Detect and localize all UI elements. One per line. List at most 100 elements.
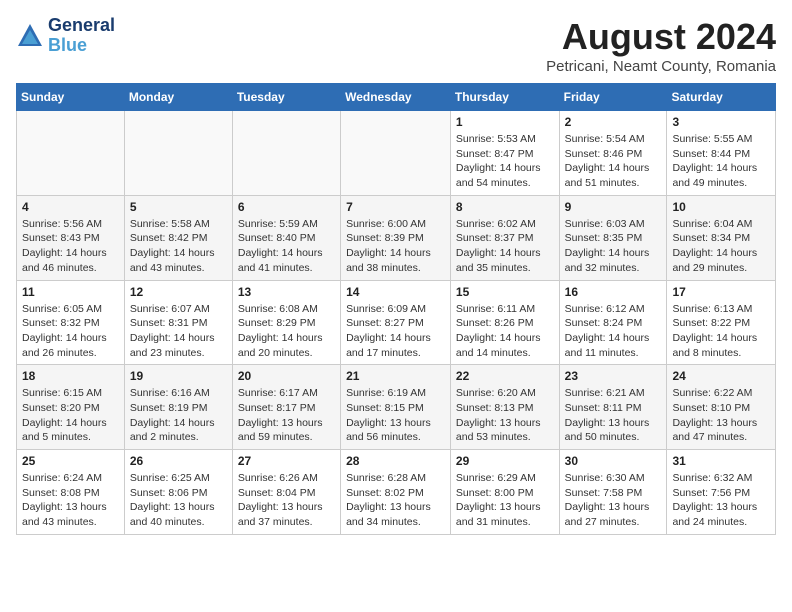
day-info: Sunrise: 6:12 AM Sunset: 8:24 PM Dayligh… [565, 302, 662, 361]
calendar-cell: 26Sunrise: 6:25 AM Sunset: 8:06 PM Dayli… [124, 450, 232, 535]
header: General Blue August 2024 Petricani, Neam… [16, 16, 776, 75]
calendar-cell: 21Sunrise: 6:19 AM Sunset: 8:15 PM Dayli… [341, 365, 451, 450]
day-number: 2 [565, 115, 662, 129]
calendar-cell [124, 111, 232, 196]
day-info: Sunrise: 6:16 AM Sunset: 8:19 PM Dayligh… [130, 386, 227, 445]
calendar-cell: 12 Sunrise: 6:07 AM Sunset: 8:31 PM Dayli… [124, 280, 232, 365]
day-number: 1 [456, 115, 554, 129]
day-info: Sunrise: 6:17 AM Sunset: 8:17 PM Dayligh… [238, 386, 335, 445]
calendar-cell: 11 Sunrise: 6:05 AM Sunset: 8:32 PM Dayli… [17, 280, 125, 365]
day-info: Sunrise: 6:08 AM Sunset: 8:29 PM Dayligh… [238, 302, 335, 361]
day-number: 11 [22, 285, 119, 299]
day-number: 30 [565, 454, 662, 468]
day-info: Sunrise: 5:54 AM Sunset: 8:46 PM Dayligh… [565, 132, 662, 191]
day-info: Sunrise: 5:55 AM Sunset: 8:44 PM Dayligh… [672, 132, 770, 191]
day-info: Sunrise: 6:19 AM Sunset: 8:15 PM Dayligh… [346, 386, 445, 445]
calendar-cell: 8Sunrise: 6:02 AM Sunset: 8:37 PM Daylig… [450, 195, 559, 280]
day-number: 5 [130, 200, 227, 214]
day-number: 8 [456, 200, 554, 214]
calendar: SundayMondayTuesdayWednesdayThursdayFrid… [16, 83, 776, 535]
day-number: 9 [565, 200, 662, 214]
day-info: Sunrise: 6:29 AM Sunset: 8:00 PM Dayligh… [456, 471, 554, 530]
day-info: Sunrise: 5:56 AM Sunset: 8:43 PM Dayligh… [22, 217, 119, 276]
weekday-header-friday: Friday [559, 84, 667, 111]
day-number: 19 [130, 369, 227, 383]
day-number: 20 [238, 369, 335, 383]
calendar-cell: 13 Sunrise: 6:08 AM Sunset: 8:29 PM Dayli… [232, 280, 340, 365]
logo-icon [16, 22, 44, 50]
day-info: Sunrise: 6:03 AM Sunset: 8:35 PM Dayligh… [565, 217, 662, 276]
day-info: Sunrise: 6:28 AM Sunset: 8:02 PM Dayligh… [346, 471, 445, 530]
day-number: 25 [22, 454, 119, 468]
title-block: August 2024 Petricani, Neamt County, Rom… [546, 16, 776, 75]
calendar-cell: 29 Sunrise: 6:29 AM Sunset: 8:00 PM Dayli… [450, 450, 559, 535]
calendar-cell: 22Sunrise: 6:20 AM Sunset: 8:13 PM Dayli… [450, 365, 559, 450]
day-number: 28 [346, 454, 445, 468]
day-number: 15 [456, 285, 554, 299]
day-number: 24 [672, 369, 770, 383]
day-info: Sunrise: 6:15 AM Sunset: 8:20 PM Dayligh… [22, 386, 119, 445]
day-info: Sunrise: 6:05 AM Sunset: 8:32 PM Dayligh… [22, 302, 119, 361]
day-info: Sunrise: 6:22 AM Sunset: 8:10 PM Dayligh… [672, 386, 770, 445]
calendar-cell: 24 Sunrise: 6:22 AM Sunset: 8:10 PM Dayli… [667, 365, 776, 450]
day-number: 26 [130, 454, 227, 468]
weekday-header-sunday: Sunday [17, 84, 125, 111]
day-info: Sunrise: 6:13 AM Sunset: 8:22 PM Dayligh… [672, 302, 770, 361]
calendar-cell: 27 Sunrise: 6:26 AM Sunset: 8:04 PM Dayli… [232, 450, 340, 535]
calendar-cell: 23 Sunrise: 6:21 AM Sunset: 8:11 PM Dayli… [559, 365, 667, 450]
day-number: 23 [565, 369, 662, 383]
calendar-cell: 19 Sunrise: 6:16 AM Sunset: 8:19 PM Dayli… [124, 365, 232, 450]
day-number: 31 [672, 454, 770, 468]
day-number: 3 [672, 115, 770, 129]
calendar-cell: 5 Sunrise: 5:58 AM Sunset: 8:42 PM Daylig… [124, 195, 232, 280]
calendar-cell: 7Sunrise: 6:00 AM Sunset: 8:39 PM Daylig… [341, 195, 451, 280]
day-info: Sunrise: 6:32 AM Sunset: 7:56 PM Dayligh… [672, 471, 770, 530]
calendar-cell: 1Sunrise: 5:53 AM Sunset: 8:47 PM Daylig… [450, 111, 559, 196]
calendar-cell: 25Sunrise: 6:24 AM Sunset: 8:08 PM Dayli… [17, 450, 125, 535]
day-number: 12 [130, 285, 227, 299]
day-number: 17 [672, 285, 770, 299]
day-info: Sunrise: 6:26 AM Sunset: 8:04 PM Dayligh… [238, 471, 335, 530]
calendar-cell: 28 Sunrise: 6:28 AM Sunset: 8:02 PM Dayli… [341, 450, 451, 535]
calendar-cell: 20 Sunrise: 6:17 AM Sunset: 8:17 PM Dayli… [232, 365, 340, 450]
day-number: 14 [346, 285, 445, 299]
calendar-cell: 10 Sunrise: 6:04 AM Sunset: 8:34 PM Dayli… [667, 195, 776, 280]
day-info: Sunrise: 6:21 AM Sunset: 8:11 PM Dayligh… [565, 386, 662, 445]
main-title: August 2024 [546, 16, 776, 58]
logo-line2: Blue [48, 36, 115, 56]
weekday-header-tuesday: Tuesday [232, 84, 340, 111]
day-number: 4 [22, 200, 119, 214]
logo-line1: General [48, 16, 115, 36]
week-row-4: 18 Sunrise: 6:15 AM Sunset: 8:20 PM Dayli… [17, 365, 776, 450]
day-info: Sunrise: 6:30 AM Sunset: 7:58 PM Dayligh… [565, 471, 662, 530]
calendar-cell [232, 111, 340, 196]
day-number: 27 [238, 454, 335, 468]
calendar-cell: 2 Sunrise: 5:54 AM Sunset: 8:46 PM Daylig… [559, 111, 667, 196]
day-info: Sunrise: 5:58 AM Sunset: 8:42 PM Dayligh… [130, 217, 227, 276]
calendar-cell: 3 Sunrise: 5:55 AM Sunset: 8:44 PM Daylig… [667, 111, 776, 196]
day-number: 6 [238, 200, 335, 214]
day-info: Sunrise: 5:59 AM Sunset: 8:40 PM Dayligh… [238, 217, 335, 276]
calendar-cell: 14 Sunrise: 6:09 AM Sunset: 8:27 PM Dayli… [341, 280, 451, 365]
day-number: 18 [22, 369, 119, 383]
day-number: 13 [238, 285, 335, 299]
day-number: 10 [672, 200, 770, 214]
day-number: 22 [456, 369, 554, 383]
day-number: 7 [346, 200, 445, 214]
day-number: 29 [456, 454, 554, 468]
day-info: Sunrise: 6:04 AM Sunset: 8:34 PM Dayligh… [672, 217, 770, 276]
calendar-cell: 4 Sunrise: 5:56 AM Sunset: 8:43 PM Daylig… [17, 195, 125, 280]
logo-text: General Blue [48, 16, 115, 56]
calendar-cell: 17 Sunrise: 6:13 AM Sunset: 8:22 PM Dayli… [667, 280, 776, 365]
calendar-cell: 15Sunrise: 6:11 AM Sunset: 8:26 PM Dayli… [450, 280, 559, 365]
day-info: Sunrise: 6:09 AM Sunset: 8:27 PM Dayligh… [346, 302, 445, 361]
calendar-cell: 16Sunrise: 6:12 AM Sunset: 8:24 PM Dayli… [559, 280, 667, 365]
week-row-3: 11 Sunrise: 6:05 AM Sunset: 8:32 PM Dayli… [17, 280, 776, 365]
subtitle: Petricani, Neamt County, Romania [546, 58, 776, 75]
week-row-5: 25Sunrise: 6:24 AM Sunset: 8:08 PM Dayli… [17, 450, 776, 535]
calendar-cell: 31 Sunrise: 6:32 AM Sunset: 7:56 PM Dayli… [667, 450, 776, 535]
weekday-header-wednesday: Wednesday [341, 84, 451, 111]
day-info: Sunrise: 6:07 AM Sunset: 8:31 PM Dayligh… [130, 302, 227, 361]
calendar-header: SundayMondayTuesdayWednesdayThursdayFrid… [17, 84, 776, 111]
weekday-header-monday: Monday [124, 84, 232, 111]
